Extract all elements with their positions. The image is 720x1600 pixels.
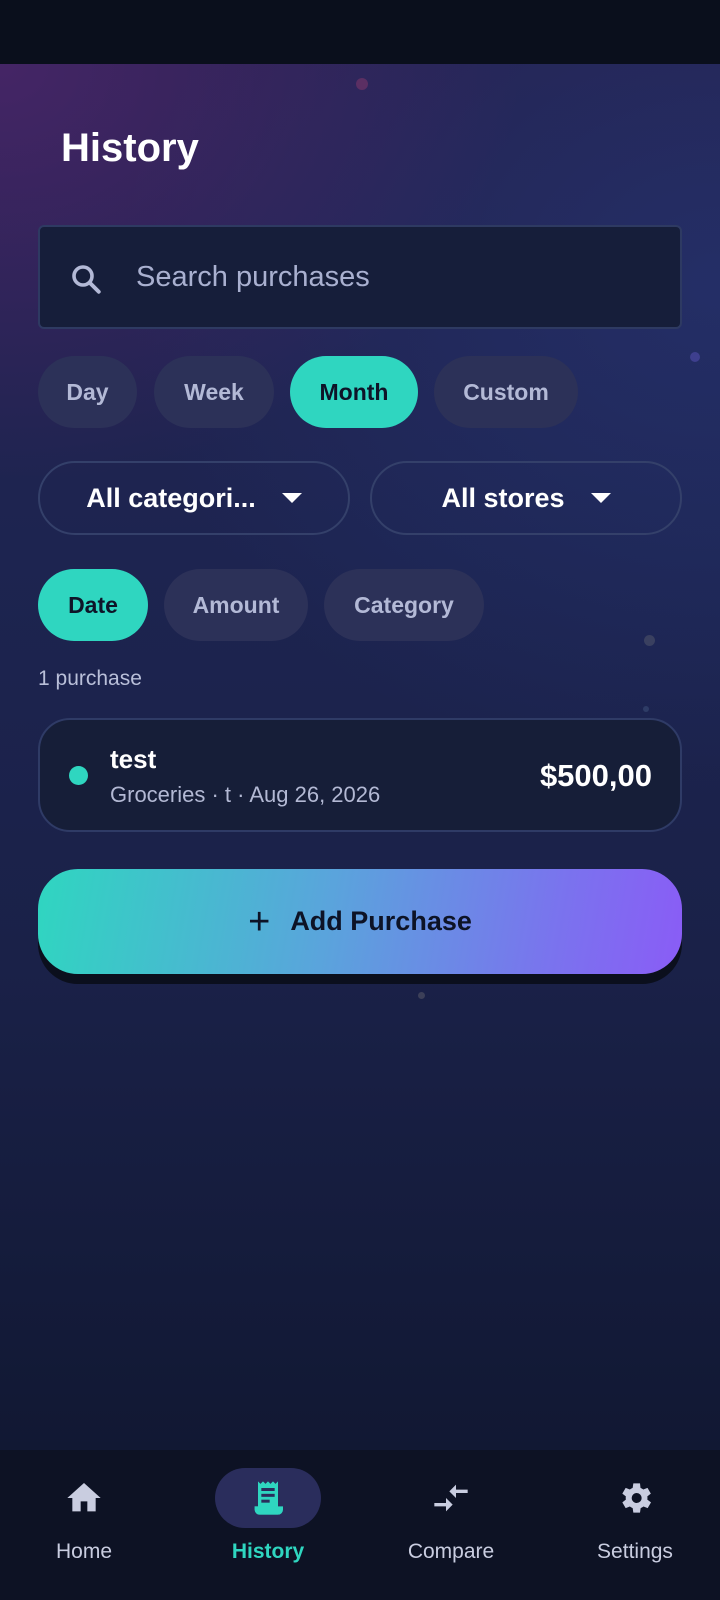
decor-dot — [356, 78, 368, 90]
chevron-down-icon — [281, 493, 302, 503]
nav-item-compare[interactable]: Compare — [371, 1468, 531, 1578]
nav-icon-container — [215, 1468, 321, 1528]
sort-amount-chip[interactable]: Amount — [164, 569, 308, 641]
category-color-dot — [69, 766, 88, 785]
nav-label-history: History — [231, 1540, 305, 1563]
store-dropdown-label: All stores — [441, 482, 565, 513]
nav-icon-container — [582, 1468, 688, 1528]
nav-label-home: Home — [55, 1540, 113, 1563]
period-month-chip[interactable]: Month — [290, 356, 418, 428]
nav-icon-container — [398, 1468, 504, 1528]
receipt-icon — [254, 1481, 283, 1515]
category-dropdown-label: All categori... — [86, 482, 256, 513]
compare-arrows-icon — [434, 1484, 468, 1512]
store-dropdown[interactable]: All stores — [370, 461, 682, 535]
add-purchase-label: Add Purchase — [290, 906, 472, 936]
sort-category-chip[interactable]: Category — [324, 569, 484, 641]
nav-item-home[interactable]: Home — [4, 1468, 164, 1578]
nav-icon-container — [31, 1468, 137, 1528]
nav-label-compare: Compare — [407, 1540, 495, 1563]
purchase-amount: $500,00 — [539, 758, 652, 793]
chevron-down-icon — [590, 493, 611, 503]
nav-label-settings: Settings — [597, 1540, 673, 1563]
search-box[interactable] — [38, 225, 682, 329]
nav-item-history[interactable]: History — [188, 1468, 348, 1578]
home-icon — [67, 1483, 101, 1512]
decor-dot — [690, 352, 700, 362]
purchase-meta: Groceries · t · Aug 26, 2026 — [110, 782, 381, 807]
purchase-count: 1 purchase — [38, 667, 142, 690]
decor-dot — [418, 992, 425, 999]
sort-date-chip[interactable]: Date — [38, 569, 148, 641]
gear-icon — [622, 1483, 651, 1513]
period-week-chip[interactable]: Week — [154, 356, 274, 428]
nav-item-settings[interactable]: Settings — [555, 1468, 715, 1578]
purchase-name: test — [110, 744, 157, 774]
decor-dot — [644, 635, 655, 646]
decor-dot — [643, 706, 649, 712]
period-custom-chip[interactable]: Custom — [434, 356, 578, 428]
category-dropdown[interactable]: All categori... — [38, 461, 350, 535]
period-day-chip[interactable]: Day — [38, 356, 137, 428]
page-title: History — [61, 126, 199, 170]
plus-icon: + — [248, 900, 271, 943]
search-icon — [72, 265, 101, 294]
bottom-navigation: Home History Compare Settings — [0, 1450, 720, 1600]
purchase-list-item[interactable]: test Groceries · t · Aug 26, 2026 $500,0… — [38, 718, 682, 832]
history-screen: History Day Week Month Custom All catego… — [0, 64, 720, 1450]
status-bar — [0, 0, 720, 64]
search-input[interactable] — [136, 227, 656, 327]
add-purchase-button[interactable]: + Add Purchase — [38, 869, 682, 974]
